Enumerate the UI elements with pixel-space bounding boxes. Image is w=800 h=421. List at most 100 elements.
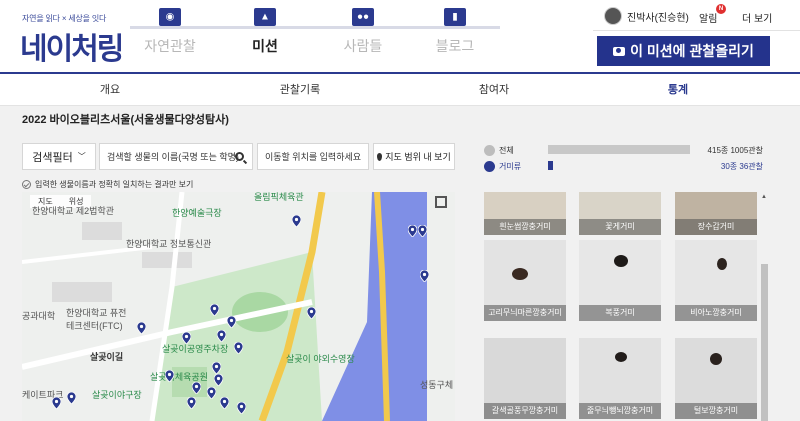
gallery-item[interactable]: 털보깡충거미 xyxy=(675,338,757,419)
stat-total-bar xyxy=(548,145,690,154)
observation-marker[interactable] xyxy=(418,225,427,237)
species-search-input[interactable]: 검색할 생물의 이름(국명 또는 학명) xyxy=(99,143,253,170)
user-profile[interactable]: 진박사(진승현) xyxy=(604,6,689,26)
gallery-scrollbar[interactable] xyxy=(761,264,768,421)
pin-icon xyxy=(377,152,383,161)
building xyxy=(82,222,122,240)
species-name: 비아노깡충거미 xyxy=(675,305,757,321)
site-header: 자연을 읽다 × 세상을 잇다 네이처링 ◉ 자연관찰 ▲ 미션 ●● 사람들 … xyxy=(0,0,800,72)
species-name: 털보깡충거미 xyxy=(675,403,757,419)
species-name: 꽃게거미 xyxy=(579,219,661,235)
spider-photo xyxy=(512,268,528,280)
observation-marker[interactable] xyxy=(52,397,61,409)
observation-marker[interactable] xyxy=(234,342,243,354)
tab-participants[interactable]: 참여자 xyxy=(434,74,554,106)
spider-photo xyxy=(615,352,627,362)
map-label: 살곶이 야외수영장 xyxy=(286,354,355,364)
camera-icon xyxy=(613,46,626,56)
upload-observation-button[interactable]: 이 미션에 관찰올리기 xyxy=(597,36,770,66)
observation-marker[interactable] xyxy=(408,225,417,237)
gallery-item[interactable]: 흰눈썹깡충거미 xyxy=(484,192,566,235)
spider-photo xyxy=(710,353,722,365)
user-name: 진박사(진승현) xyxy=(627,12,689,24)
stat-total-row: 전체 xyxy=(484,143,514,157)
map-label: 살곶이야구장 xyxy=(92,390,142,400)
alarm-badge: N xyxy=(716,4,726,14)
observation-marker[interactable] xyxy=(165,370,174,382)
map-label: 올림픽체육관 xyxy=(254,192,304,202)
nav-item-blog[interactable]: ▮ 블로그 xyxy=(410,8,500,56)
gallery-item[interactable]: 꽃게거미 xyxy=(579,192,661,235)
search-filter-button[interactable]: 검색필터 ﹀ xyxy=(22,143,96,170)
flag-icon: ▲ xyxy=(254,8,276,26)
gallery-item[interactable]: 줄무늬뺑뇌깡충거미 xyxy=(579,338,661,419)
species-name: 흰눈썹깡충거미 xyxy=(484,219,566,235)
observation-marker[interactable] xyxy=(210,304,219,316)
map-label: 한양예술극장 xyxy=(172,208,222,218)
observation-map[interactable]: 지도 위성 올림픽체육관 한양예술극장 한양대학교 제2법학관 한양대학교 정보… xyxy=(22,192,455,421)
fullscreen-icon[interactable] xyxy=(435,196,447,208)
search-placeholder: 검색할 생물의 이름(국명 또는 학명) xyxy=(107,152,239,162)
gallery-item[interactable]: 비아노깡충거미 xyxy=(675,240,757,321)
stat-spider-value: 30종 36관찰 xyxy=(720,162,763,171)
observation-marker[interactable] xyxy=(137,322,146,334)
exact-match-checkbox[interactable]: 입력한 생물이름과 정확히 일치하는 결과만 보기 xyxy=(22,179,193,190)
nav-item-mission[interactable]: ▲ 미션 xyxy=(220,8,310,56)
nav-item-people[interactable]: ●● 사람들 xyxy=(318,8,408,56)
building xyxy=(142,252,192,268)
logo-tagline: 자연을 읽다 × 세상을 잇다 xyxy=(22,14,107,23)
site-logo[interactable]: 네이처링 xyxy=(20,24,124,68)
upload-button-label: 이 미션에 관찰올리기 xyxy=(630,43,754,59)
observation-marker[interactable] xyxy=(182,332,191,344)
stat-spider-bar xyxy=(548,161,553,170)
gallery-item[interactable]: 갈색골풍무깡충거미 xyxy=(484,338,566,419)
scroll-up-icon[interactable]: ▲ xyxy=(761,194,767,200)
nav-item-nature[interactable]: ◉ 자연관찰 xyxy=(125,8,215,56)
stat-spider-row[interactable]: 거미류 xyxy=(484,159,521,173)
observation-marker[interactable] xyxy=(217,330,226,342)
species-name: 복풍거미 xyxy=(579,305,661,321)
exact-match-label: 입력한 생물이름과 정확히 일치하는 결과만 보기 xyxy=(35,180,194,189)
spider-photo xyxy=(717,258,727,270)
mission-tabs: 개요 관찰기록 참여자 통계 xyxy=(0,72,800,106)
gallery-item[interactable]: 장수갑거미 xyxy=(675,192,757,235)
map-range-label: 지도 범위 내 보기 xyxy=(385,152,451,162)
observation-marker[interactable] xyxy=(292,215,301,227)
tab-statistics[interactable]: 통계 xyxy=(618,74,738,106)
map-label: 한양대학교 퓨전 xyxy=(66,308,127,318)
nav-label: 사람들 xyxy=(343,38,383,54)
stat-total-value: 415종 1005관찰 xyxy=(707,146,763,155)
observation-marker[interactable] xyxy=(214,374,223,386)
observation-marker[interactable] xyxy=(420,270,429,282)
search-icon[interactable] xyxy=(235,152,244,161)
gallery-item[interactable]: 복풍거미 xyxy=(579,240,661,321)
nav-label: 자연관찰 xyxy=(144,38,196,54)
observation-marker[interactable] xyxy=(307,307,316,319)
tab-records[interactable]: 관찰기록 xyxy=(240,74,360,106)
map-label: 살곶이공영주차장 xyxy=(162,344,229,354)
map-range-button[interactable]: 지도 범위 내 보기 xyxy=(373,143,455,170)
nav-label: 블로그 xyxy=(435,38,475,54)
observation-marker[interactable] xyxy=(207,387,216,399)
page-title: 2022 바이오블리츠서울(서울생물다양성탐사) xyxy=(22,114,229,126)
observation-marker[interactable] xyxy=(212,362,221,374)
map-label: 공과대학 xyxy=(22,311,56,321)
map-label: 한양대학교 정보통신관 xyxy=(126,239,212,249)
stat-spider-label: 거미류 xyxy=(499,161,522,171)
avatar xyxy=(604,7,622,25)
observation-marker[interactable] xyxy=(237,402,246,414)
observation-marker[interactable] xyxy=(67,392,76,404)
observation-marker[interactable] xyxy=(187,397,196,409)
more-link[interactable]: 더 보기 xyxy=(742,10,772,25)
species-gallery: 흰눈썹깡충거미 꽃게거미 장수갑거미 고리무늬마른깡충거미 복풍거미 비아노깡충… xyxy=(484,192,770,421)
location-input[interactable]: 이동할 위치를 입력하세요 xyxy=(257,143,369,170)
building xyxy=(52,282,112,302)
observation-marker[interactable] xyxy=(192,382,201,394)
species-name: 갈색골풍무깡충거미 xyxy=(484,403,566,419)
tab-overview[interactable]: 개요 xyxy=(50,74,170,106)
spider-icon xyxy=(484,160,495,172)
observation-marker[interactable] xyxy=(220,397,229,409)
alarm-link[interactable]: 알림 xyxy=(699,10,717,25)
observation-marker[interactable] xyxy=(227,316,236,328)
gallery-item[interactable]: 고리무늬마른깡충거미 xyxy=(484,240,566,321)
